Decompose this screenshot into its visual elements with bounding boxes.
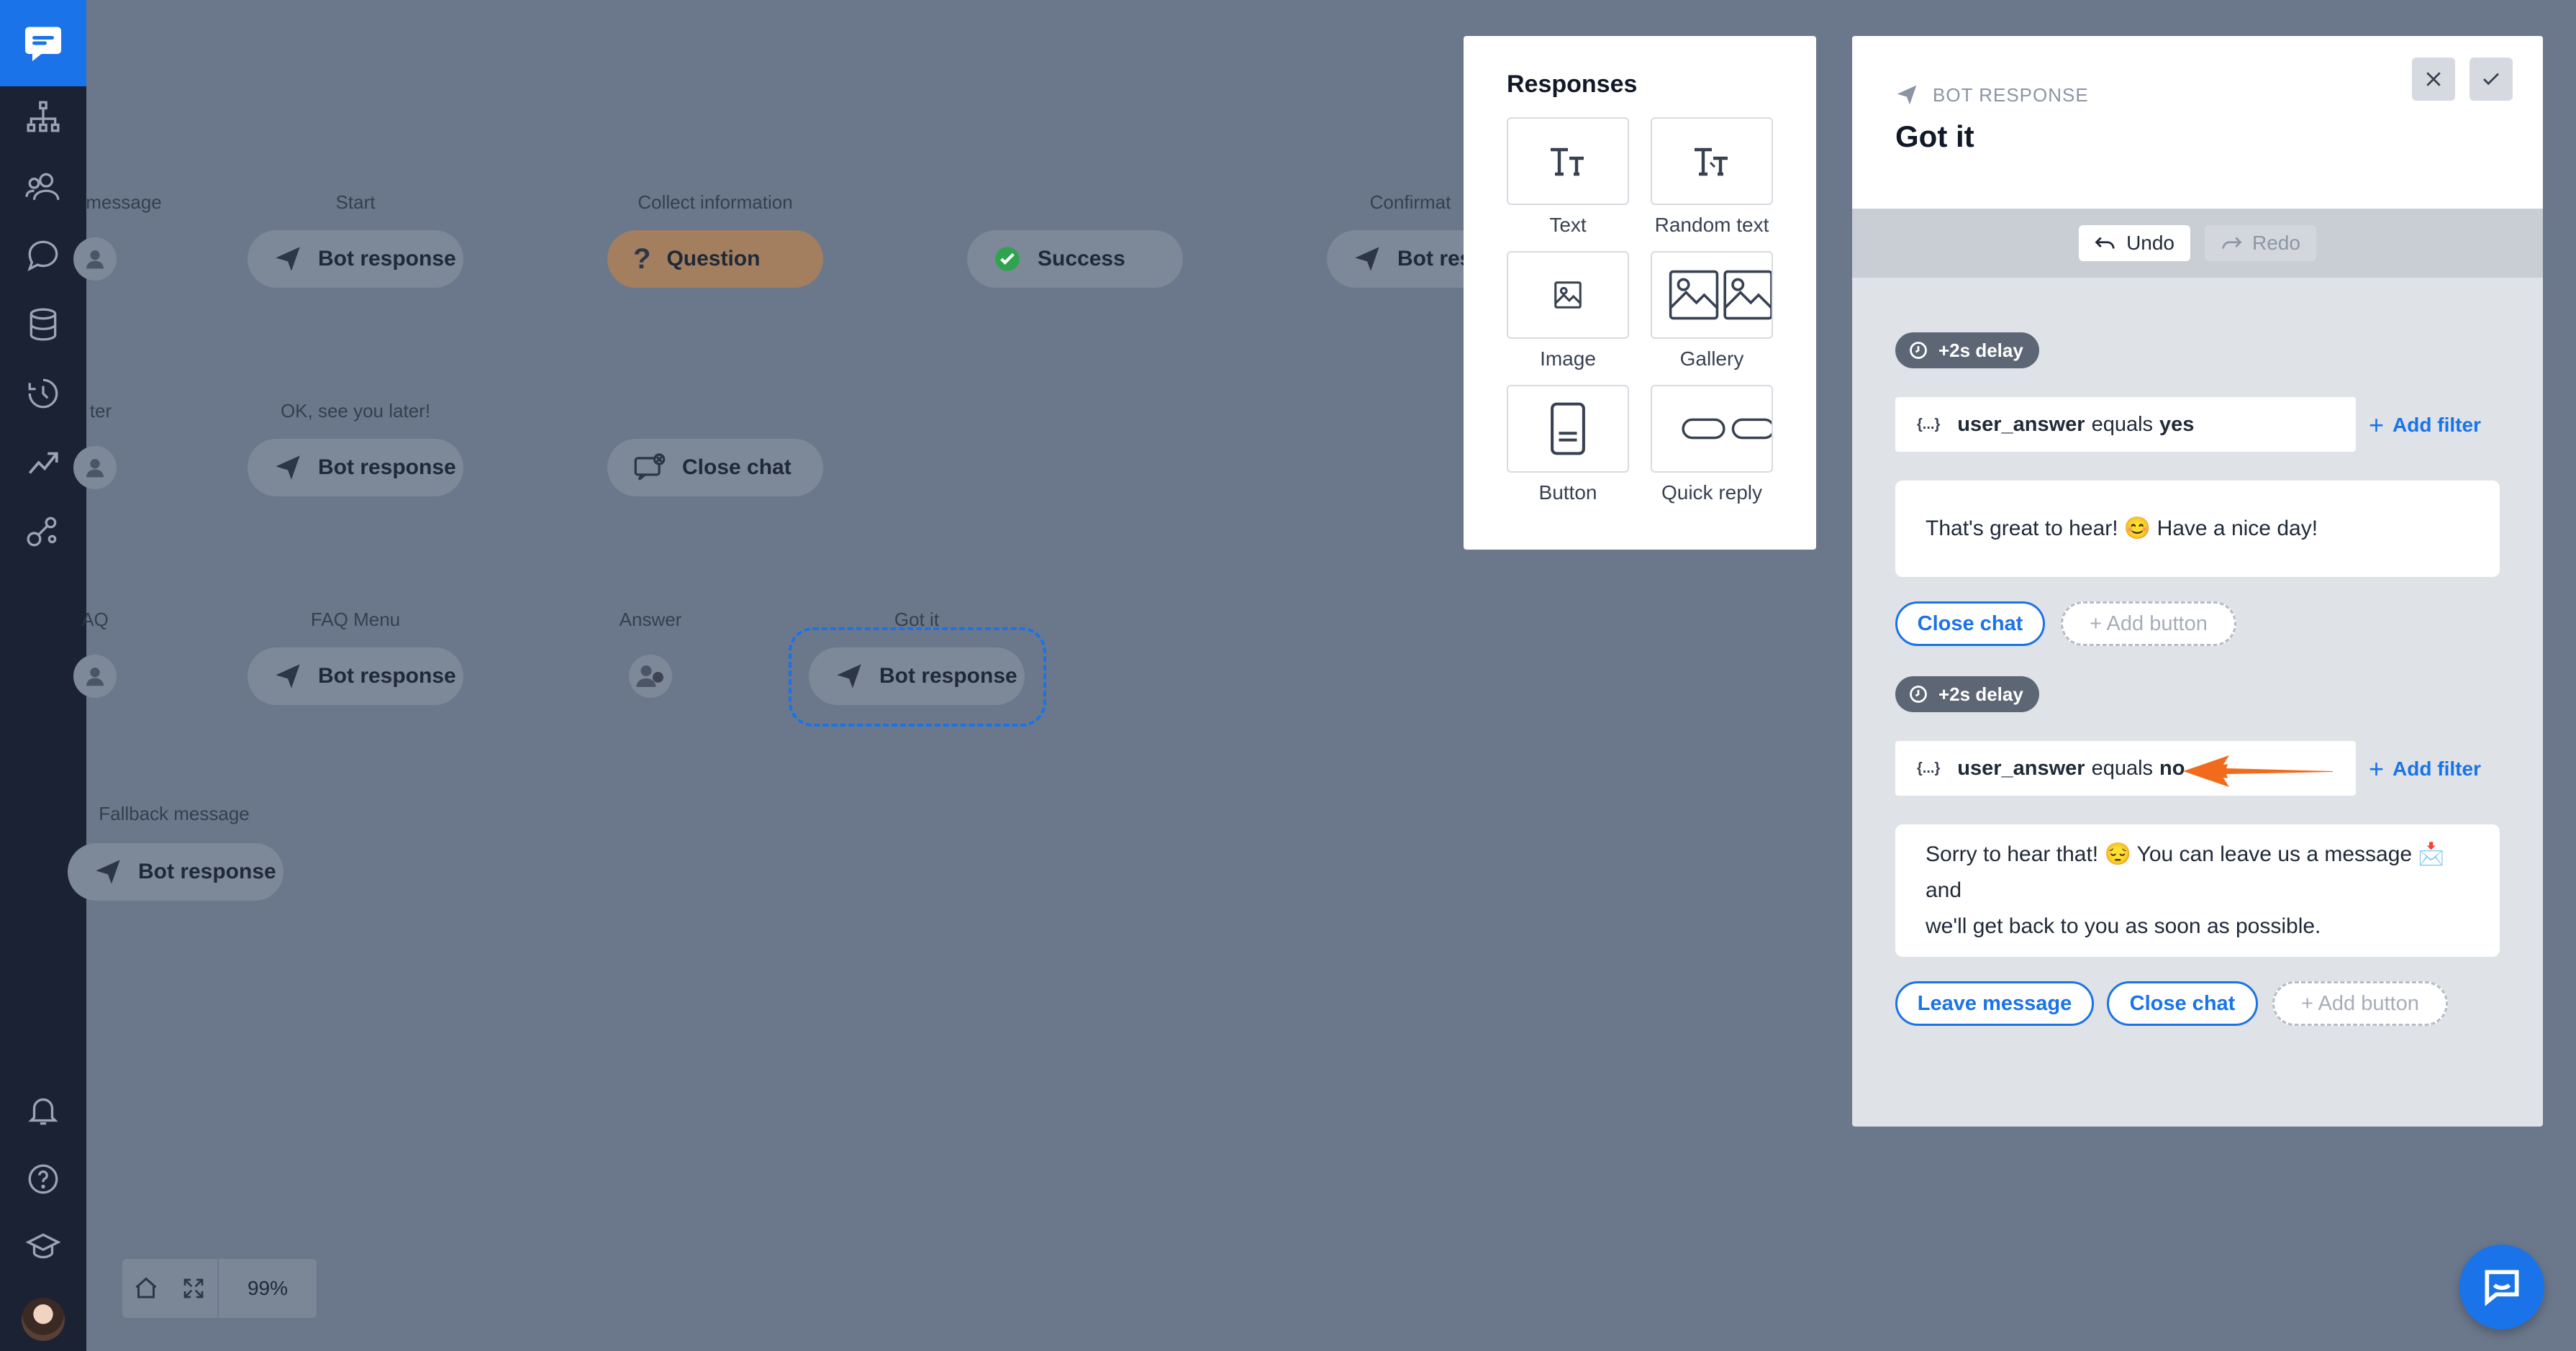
user-avatar[interactable] xyxy=(22,1298,65,1341)
responses-panel: Responses Text Random text Image Gallery xyxy=(1464,36,1816,550)
add-filter-button[interactable]: + Add filter xyxy=(2369,754,2481,784)
chat-bubble-icon[interactable] xyxy=(24,236,63,275)
random-text-icon xyxy=(1651,117,1773,205)
bot-response-node[interactable]: Bot response xyxy=(248,647,463,705)
user-node[interactable] xyxy=(73,237,117,281)
row-label: OK, see you later! xyxy=(280,400,431,422)
bot-response-node[interactable]: Bot response xyxy=(248,439,463,496)
bot-response-node-selected[interactable]: Bot response xyxy=(809,647,1025,705)
row-label: FAQ Menu xyxy=(310,609,401,630)
chat-icon xyxy=(2485,1270,2519,1306)
send-icon xyxy=(273,662,302,691)
zoom-level[interactable]: 99% xyxy=(217,1259,317,1318)
clock-icon xyxy=(1910,686,1927,703)
home-icon[interactable] xyxy=(122,1259,170,1318)
redo-button[interactable]: Redo xyxy=(2205,225,2316,261)
user-node[interactable] xyxy=(73,446,117,489)
close-chat-button[interactable]: Close chat xyxy=(1895,601,2045,646)
row-label: ter xyxy=(89,400,112,422)
academy-icon[interactable] xyxy=(24,1227,63,1266)
bell-icon[interactable] xyxy=(24,1091,63,1129)
reports-icon[interactable] xyxy=(24,443,63,482)
tile-quick-reply[interactable]: Quick reply xyxy=(1651,385,1773,504)
tile-random-text[interactable]: Random text xyxy=(1651,117,1773,237)
audience-icon[interactable] xyxy=(24,167,63,206)
gallery-icon xyxy=(1651,251,1773,339)
bot-response-node[interactable]: Bot response xyxy=(248,230,463,288)
database-icon[interactable] xyxy=(24,305,63,344)
close-icon[interactable] xyxy=(2412,58,2455,101)
delay-badge[interactable]: +2s delay xyxy=(1895,332,2039,368)
annotation-arrow xyxy=(2183,755,2333,787)
close-chat-button[interactable]: Close chat xyxy=(2107,981,2258,1026)
clock-icon xyxy=(1910,342,1927,359)
success-node[interactable]: Success xyxy=(967,230,1183,288)
row-label: Fallback message xyxy=(99,803,250,824)
answer-user-node[interactable] xyxy=(629,655,672,698)
fallback-bot-response-node[interactable]: Bot response xyxy=(68,843,284,901)
tile-image[interactable]: Image xyxy=(1507,251,1629,370)
close-chat-icon xyxy=(633,453,666,482)
user-node[interactable] xyxy=(73,655,117,698)
variable-icon: {...} xyxy=(1917,760,1941,776)
plus-icon: + xyxy=(2369,410,2385,440)
zoom-controls: 99% xyxy=(122,1259,317,1318)
leave-message-button[interactable]: Leave message xyxy=(1895,981,2094,1026)
add-button[interactable]: + Add button xyxy=(2061,601,2236,646)
bot-response-node[interactable]: Bot resp xyxy=(1327,230,1485,288)
chat-launcher-button[interactable] xyxy=(2459,1245,2544,1329)
send-icon xyxy=(273,453,302,482)
text-icon xyxy=(1507,117,1629,205)
fullscreen-icon[interactable] xyxy=(170,1259,217,1318)
redo-icon xyxy=(2222,237,2242,249)
undo-button[interactable]: Undo xyxy=(2079,225,2190,261)
image-icon xyxy=(1507,251,1629,339)
column-label: Confirmat xyxy=(1369,191,1451,213)
variable-icon: {...} xyxy=(1917,416,1941,432)
panel-title: Got it xyxy=(1895,119,1974,153)
column-label: Start xyxy=(335,191,376,213)
help-icon[interactable] xyxy=(24,1160,63,1198)
column-label: Collect information xyxy=(638,191,793,213)
tile-text[interactable]: Text xyxy=(1507,117,1629,237)
message-bubble[interactable]: Sorry to hear that! 😔 You can leave us a… xyxy=(1895,824,2500,957)
tile-button[interactable]: Button xyxy=(1507,385,1629,504)
add-button[interactable]: + Add button xyxy=(2272,981,2448,1026)
close-chat-node[interactable]: Close chat xyxy=(607,439,823,496)
chat-logo-icon[interactable] xyxy=(0,0,86,86)
panel-header: BOT RESPONSE Got it xyxy=(1852,36,2543,209)
row-label: AQ xyxy=(81,609,109,630)
responses-title: Responses xyxy=(1507,70,1638,98)
tile-gallery[interactable]: Gallery xyxy=(1651,251,1773,370)
add-filter-button[interactable]: + Add filter xyxy=(2369,410,2481,440)
send-icon xyxy=(835,662,863,691)
send-icon xyxy=(94,858,122,886)
plus-icon: + xyxy=(2369,754,2385,783)
send-icon xyxy=(273,245,302,273)
confirm-check-icon[interactable] xyxy=(2470,58,2513,101)
question-mark-icon: ? xyxy=(633,242,651,275)
quick-reply-icon xyxy=(1651,385,1773,473)
bot-structure-icon[interactable] xyxy=(24,98,63,137)
column-label: message xyxy=(86,191,162,213)
message-bubble[interactable]: That's great to hear! 😊 Have a nice day! xyxy=(1895,481,2500,577)
bot-response-panel: BOT RESPONSE Got it Undo Redo +2s delay … xyxy=(1852,36,2543,1127)
send-icon xyxy=(1353,245,1382,273)
check-circle-icon xyxy=(993,245,1022,273)
undo-redo-bar: Undo Redo xyxy=(1852,209,2543,278)
question-node[interactable]: ? Question xyxy=(607,230,823,288)
delay-badge[interactable]: +2s delay xyxy=(1895,676,2039,712)
row-label: Answer xyxy=(619,609,682,630)
integrations-icon[interactable] xyxy=(24,512,63,551)
history-icon[interactable] xyxy=(24,374,63,413)
undo-icon xyxy=(2095,237,2115,249)
button-icon xyxy=(1507,385,1629,473)
filter-row[interactable]: {...} user_answer equals yes xyxy=(1895,397,2356,452)
send-icon xyxy=(1897,85,1917,105)
